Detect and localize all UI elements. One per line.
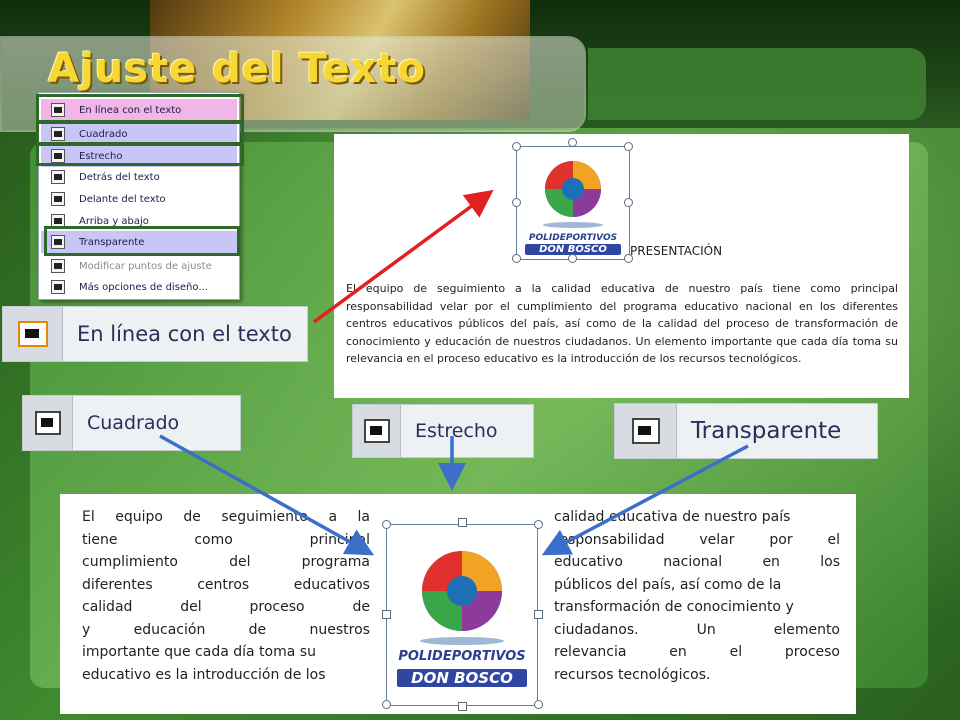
- annotation-arrows: [159, 189, 749, 556]
- red-arrow: [312, 189, 494, 324]
- blue-arrow-square: [159, 434, 375, 556]
- blue-arrow-through: [541, 444, 749, 556]
